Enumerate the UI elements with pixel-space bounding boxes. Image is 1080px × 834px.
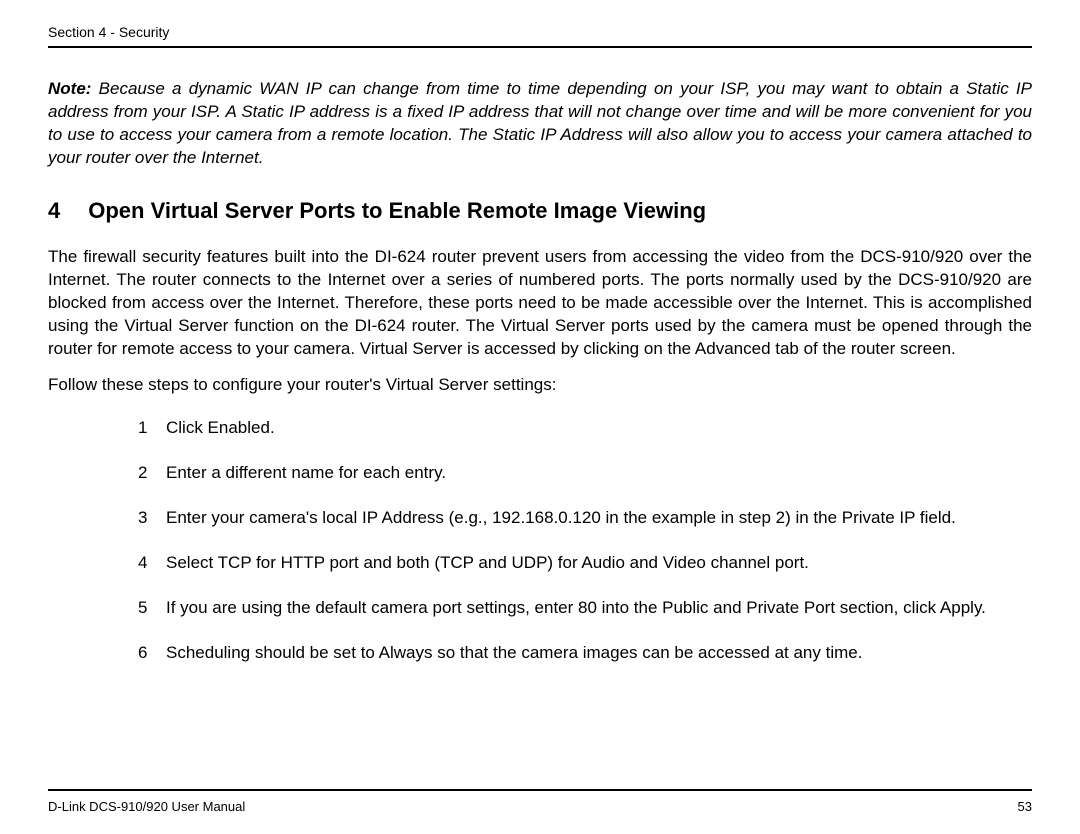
section-heading: 4 Open Virtual Server Ports to Enable Re… [48, 198, 1032, 224]
step-item: 6 Scheduling should be set to Always so t… [138, 642, 1032, 665]
page-footer: D-Link DCS-910/920 User Manual 53 [48, 789, 1032, 814]
page-header: Section 4 - Security [48, 24, 1032, 48]
note-text: Because a dynamic WAN IP can change from… [48, 79, 1032, 167]
step-text: Enter your camera's local IP Address (e.… [166, 507, 1032, 530]
step-text: Click Enabled. [166, 417, 1032, 440]
step-text: Enter a different name for each entry. [166, 462, 1032, 485]
step-text: Scheduling should be set to Always so th… [166, 642, 1032, 665]
footer-page-number: 53 [1018, 799, 1032, 814]
step-text: If you are using the default camera port… [166, 597, 1032, 620]
step-number: 6 [138, 642, 154, 665]
body-paragraph: The firewall security features built int… [48, 246, 1032, 361]
section-label: Section 4 - Security [48, 24, 169, 40]
heading-title: Open Virtual Server Ports to Enable Remo… [88, 198, 706, 224]
steps-intro: Follow these steps to configure your rou… [48, 374, 1032, 397]
step-number: 2 [138, 462, 154, 485]
step-text: Select TCP for HTTP port and both (TCP a… [166, 552, 1032, 575]
footer-manual-title: D-Link DCS-910/920 User Manual [48, 799, 245, 814]
heading-number: 4 [48, 198, 60, 224]
step-item: 1 Click Enabled. [138, 417, 1032, 440]
step-number: 3 [138, 507, 154, 530]
step-item: 3 Enter your camera's local IP Address (e… [138, 507, 1032, 530]
note-paragraph: Note: Because a dynamic WAN IP can chang… [48, 78, 1032, 170]
step-item: 4 Select TCP for HTTP port and both (TCP … [138, 552, 1032, 575]
step-number: 1 [138, 417, 154, 440]
note-label: Note: [48, 79, 91, 98]
step-number: 5 [138, 597, 154, 620]
step-item: 2 Enter a different name for each entry. [138, 462, 1032, 485]
step-item: 5 If you are using the default camera por… [138, 597, 1032, 620]
steps-list: 1 Click Enabled. 2 Enter a different name … [48, 417, 1032, 687]
step-number: 4 [138, 552, 154, 575]
